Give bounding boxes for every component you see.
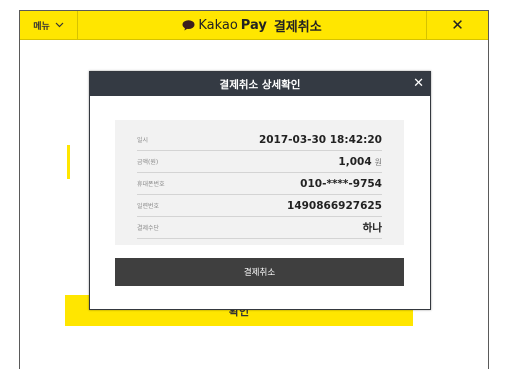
- chevron-down-icon: [55, 22, 64, 28]
- detail-value: 1,004 원: [338, 155, 382, 168]
- detail-value: 1490866927625: [287, 199, 382, 212]
- modal-header: 결제취소 상세확인 ✕: [90, 72, 430, 96]
- cancel-payment-button[interactable]: 결제취소: [115, 258, 404, 286]
- brand-kakao-text: Kakao: [198, 17, 238, 33]
- detail-label: 결제수단: [137, 225, 160, 232]
- menu-button[interactable]: 메뉴: [20, 11, 78, 39]
- cancel-detail-modal: 결제취소 상세확인 ✕ 일시 2017-03-30 18:42:20 금액(원)…: [89, 71, 431, 310]
- modal-close-icon[interactable]: ✕: [413, 75, 424, 93]
- page-title: Kakao Pay 결제취소: [78, 16, 426, 35]
- detail-value: 010-****-9754: [300, 177, 382, 190]
- detail-label: 휴대폰번호: [137, 181, 165, 188]
- detail-label: 일시: [137, 137, 149, 144]
- detail-unit: 원: [374, 157, 382, 167]
- detail-row-phone: 휴대폰번호 010-****-9754: [137, 173, 382, 195]
- modal-title: 결제취소 상세확인: [219, 78, 301, 91]
- cancel-payment-label: 결제취소: [243, 268, 276, 278]
- detail-row-serial: 일련번호 1490866927625: [137, 195, 382, 217]
- detail-row-method: 결제수단 하나: [137, 217, 382, 239]
- payment-detail-box: 일시 2017-03-30 18:42:20 금액(원) 1,004 원 휴대폰번…: [115, 120, 404, 245]
- background-accent-left: [67, 145, 70, 179]
- menu-label: 메뉴: [33, 21, 50, 32]
- detail-label: 일련번호: [137, 203, 160, 210]
- detail-row-datetime: 일시 2017-03-30 18:42:20: [137, 129, 382, 151]
- brand-pay-text: Pay: [240, 17, 267, 33]
- top-bar: 메뉴 Kakao Pay 결제취소 ✕: [20, 11, 488, 40]
- close-icon: ✕: [451, 16, 464, 34]
- close-window-button[interactable]: ✕: [426, 11, 488, 39]
- detail-label: 금액(원): [137, 159, 159, 166]
- detail-row-amount: 금액(원) 1,004 원: [137, 151, 382, 173]
- kakao-speech-bubble-icon: [182, 19, 195, 30]
- detail-value: 하나: [362, 222, 382, 234]
- detail-value: 2017-03-30 18:42:20: [258, 133, 382, 146]
- title-text: 결제취소: [273, 19, 322, 35]
